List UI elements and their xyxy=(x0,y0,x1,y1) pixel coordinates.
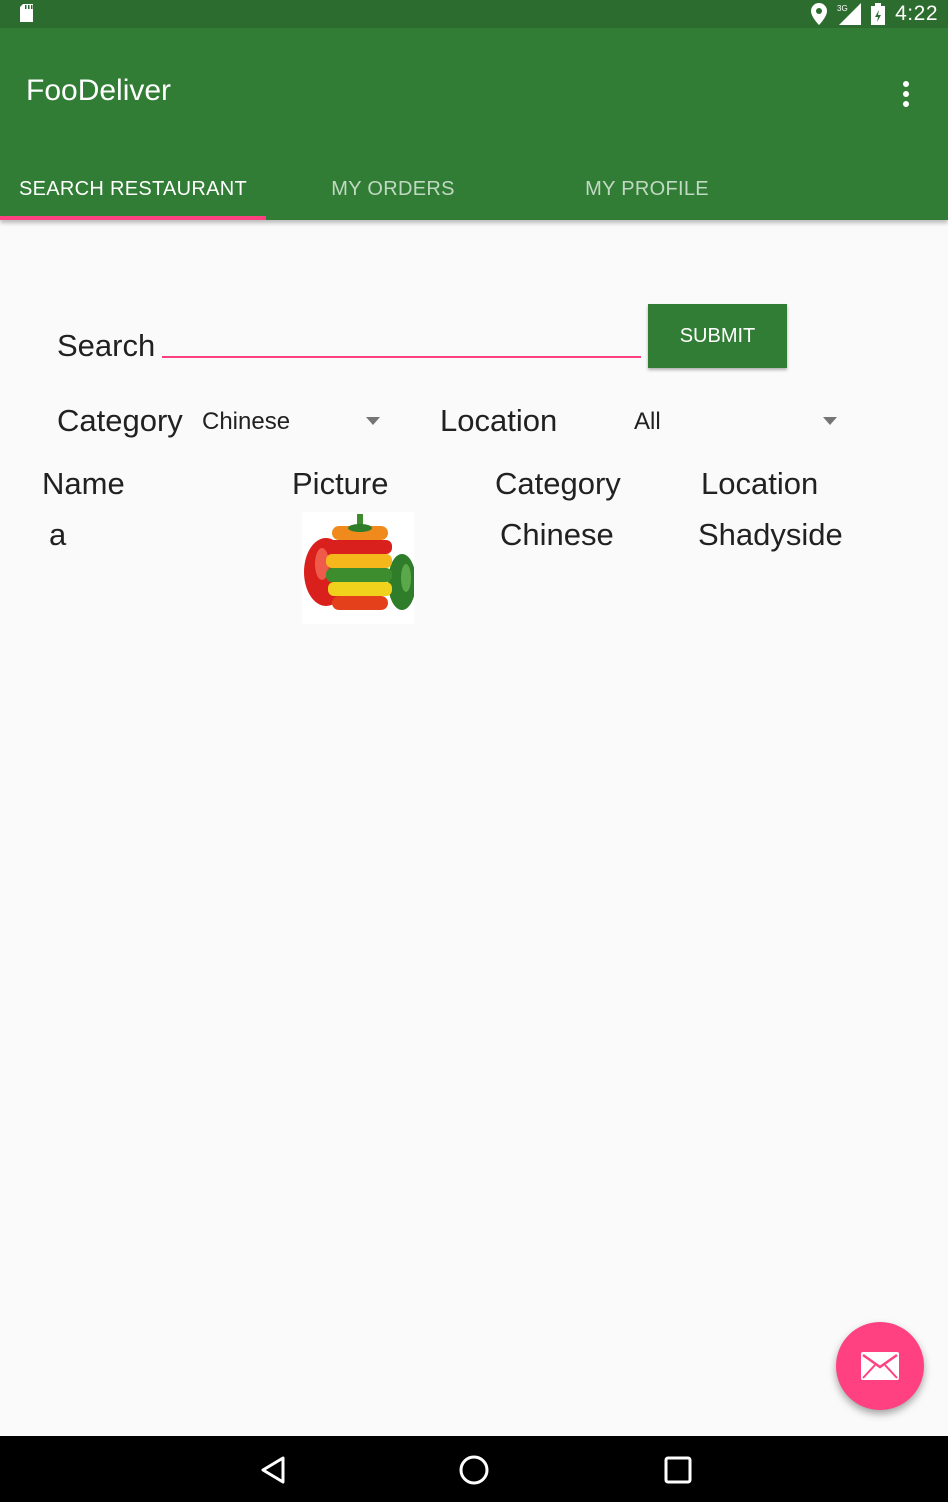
column-header-category: Category xyxy=(495,466,621,501)
location-dropdown[interactable]: All xyxy=(634,400,837,444)
tab-my-orders[interactable]: MY ORDERS xyxy=(266,158,520,220)
system-nav-bar xyxy=(0,1436,948,1502)
tab-bar: SEARCH RESTAURANT MY ORDERS MY PROFILE xyxy=(0,158,948,220)
location-dropdown-value: All xyxy=(634,408,661,435)
dropdown-arrow-icon xyxy=(366,417,380,425)
status-bar: 3G 4:22 xyxy=(0,0,948,28)
mail-icon xyxy=(861,1352,899,1380)
category-label: Category xyxy=(57,403,183,438)
bell-pepper-image xyxy=(302,512,414,624)
cell-location: Shadyside xyxy=(698,517,843,552)
app-title: FooDeliver xyxy=(26,74,172,107)
svg-text:3G: 3G xyxy=(837,4,848,13)
signal-3g-icon: 3G xyxy=(837,3,862,25)
recents-icon[interactable] xyxy=(662,1454,694,1486)
tab-my-profile[interactable]: MY PROFILE xyxy=(520,158,774,220)
search-input[interactable] xyxy=(162,318,641,358)
column-header-picture: Picture xyxy=(292,466,389,501)
category-dropdown-value: Chinese xyxy=(202,408,291,435)
column-header-location: Location xyxy=(701,466,819,501)
category-dropdown[interactable]: Chinese xyxy=(202,400,380,444)
location-label: Location xyxy=(440,403,558,438)
more-vert-icon[interactable] xyxy=(902,80,910,108)
clock-time: 4:22 xyxy=(895,2,938,25)
back-icon[interactable] xyxy=(257,1454,289,1486)
battery-icon xyxy=(871,3,886,25)
tab-indicator xyxy=(0,216,266,220)
column-header-name: Name xyxy=(42,466,125,501)
home-icon[interactable] xyxy=(458,1454,490,1486)
dropdown-arrow-icon xyxy=(823,417,837,425)
app-bar: FooDeliver SEARCH RESTAURANT MY ORDERS M… xyxy=(0,28,948,220)
submit-button[interactable]: SUBMIT xyxy=(648,304,787,368)
tab-search-restaurant[interactable]: SEARCH RESTAURANT xyxy=(0,158,266,220)
cell-name: a xyxy=(49,517,67,552)
search-label: Search xyxy=(57,328,156,363)
cell-category: Chinese xyxy=(500,517,614,552)
location-icon xyxy=(811,3,828,25)
sd-card-icon xyxy=(20,4,33,22)
mail-fab-button[interactable] xyxy=(836,1322,924,1410)
